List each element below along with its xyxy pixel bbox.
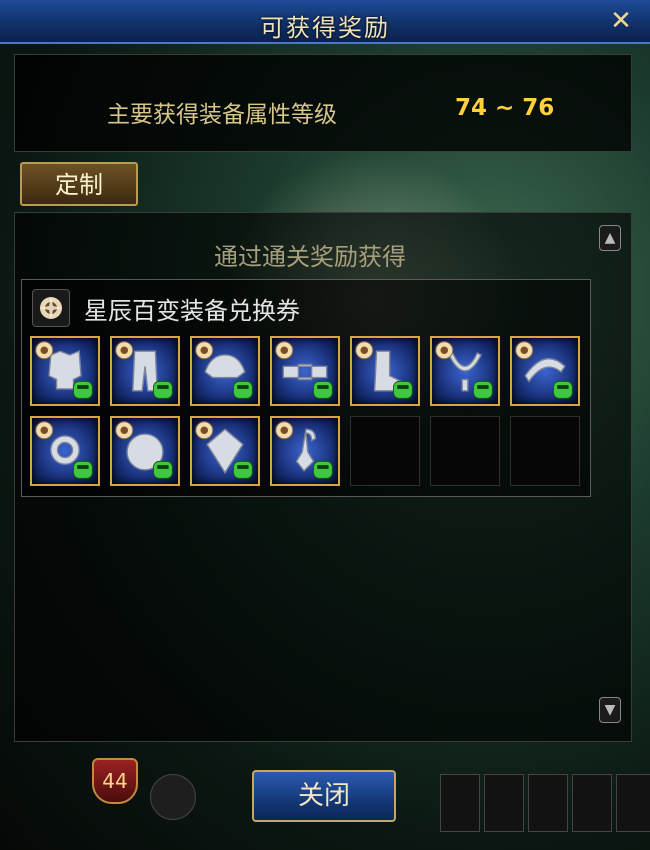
necklace-icon[interactable]: [430, 336, 500, 406]
hud-skill-slot[interactable]: [440, 774, 480, 832]
belt-armor-icon[interactable]: [270, 336, 340, 406]
hud-skill-slot[interactable]: [528, 774, 568, 832]
window-title: 可获得奖励: [260, 14, 390, 42]
shoulder-armor-icon[interactable]: [190, 336, 260, 406]
coat-armor-icon[interactable]: [30, 336, 100, 406]
attribute-range: 74 ~ 76: [455, 95, 555, 121]
empty-slot: [510, 416, 580, 486]
empty-slot: [350, 416, 420, 486]
reward-window: 可获得奖励 ✕ 主要获得装备属性等级 74 ~ 76 定制 通过通关奖励获得 ▲…: [0, 0, 650, 850]
item-grid: [30, 336, 580, 486]
shoes-armor-icon[interactable]: [350, 336, 420, 406]
title-bar[interactable]: 可获得奖励 ✕: [0, 0, 650, 44]
empty-slot: [430, 416, 500, 486]
pants-armor-icon[interactable]: [110, 336, 180, 406]
close-icon[interactable]: ✕: [608, 8, 634, 34]
item-name: 星辰百变装备兑换券: [84, 296, 300, 325]
earring-icon[interactable]: [270, 416, 340, 486]
level-badge: 44: [92, 758, 138, 804]
close-button[interactable]: 关闭: [252, 770, 396, 822]
attribute-panel: 主要获得装备属性等级 74 ~ 76: [14, 54, 632, 152]
reward-header: 星辰百变装备兑换券: [32, 289, 300, 327]
section-title: 通过通关奖励获得: [214, 243, 406, 271]
magic-stone-icon[interactable]: [190, 416, 260, 486]
ring-icon[interactable]: [30, 416, 100, 486]
scroll-up-button[interactable]: ▲: [599, 225, 621, 251]
hud-skill-slot[interactable]: [572, 774, 612, 832]
ticket-icon[interactable]: [32, 289, 70, 327]
reward-panel: 通过通关奖励获得 ▲ ▼ 星辰百变装备兑换券: [14, 212, 632, 742]
hud-skill-slot[interactable]: [616, 774, 650, 832]
attribute-label: 主要获得装备属性等级: [107, 102, 337, 128]
scroll-down-button[interactable]: ▼: [599, 697, 621, 723]
hud-skill-slot[interactable]: [484, 774, 524, 832]
custom-button[interactable]: 定制: [20, 162, 138, 206]
subequip-icon[interactable]: [110, 416, 180, 486]
reward-group: 星辰百变装备兑换券: [21, 279, 591, 497]
bracelet-icon[interactable]: [510, 336, 580, 406]
bell-icon[interactable]: [150, 774, 196, 820]
